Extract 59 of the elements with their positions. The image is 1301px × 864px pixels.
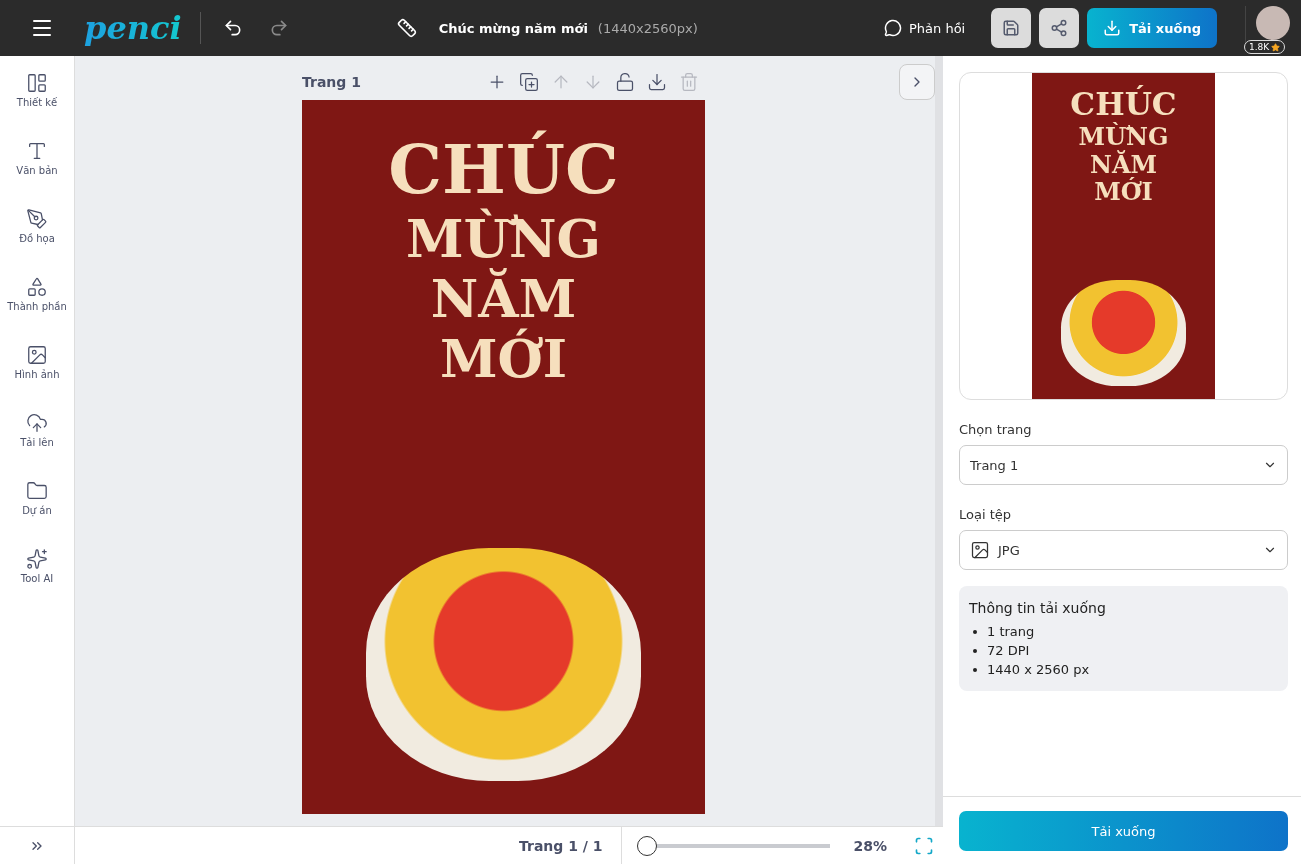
poster-title-line: CHÚC <box>388 131 619 209</box>
field-label: Loại tệp <box>959 507 1013 522</box>
info-item: 1 trang <box>987 624 1035 639</box>
feedback-button[interactable]: Phản hồi <box>878 18 972 38</box>
poster-title-line: MỚI <box>439 328 568 389</box>
sidebar-item[interactable]: Đồ họa <box>0 192 74 260</box>
poster-title-line: MỪNG <box>1078 123 1169 151</box>
page-count: Trang 1 / 1 <box>519 826 622 864</box>
page-select[interactable]: Trang 1 <box>959 445 1288 485</box>
text-icon <box>26 140 48 162</box>
download-icon <box>647 72 667 92</box>
sidebar-item[interactable]: Văn bản <box>0 124 74 192</box>
sidebar-item[interactable]: Dự án <box>0 464 74 532</box>
delete-icon <box>679 72 699 92</box>
poster-title-line: MỚI <box>1094 178 1153 207</box>
bullet-dot <box>973 648 977 653</box>
poster-title-line: NĂM <box>430 268 577 329</box>
ruler-icon <box>396 18 417 38</box>
file-type-select[interactable]: JPG <box>959 530 1288 570</box>
share-icon <box>1050 19 1069 37</box>
info-item: 1440 x 2560 px <box>987 662 1090 677</box>
poster-title-line: CHÚC <box>1070 87 1177 123</box>
upload-icon <box>26 412 48 434</box>
layout-icon <box>26 72 48 94</box>
page-label: Trang 1 <box>302 74 362 90</box>
image-icon <box>26 344 48 366</box>
field-label: Chọn trang <box>959 422 1033 437</box>
folder-icon <box>26 480 48 502</box>
sidebar-item[interactable]: Tải lên <box>0 396 74 464</box>
document-title: Chúc mừng năm mới <box>438 20 588 36</box>
shapes-icon <box>26 276 48 298</box>
info-item: 72 DPI <box>987 643 1030 658</box>
undo-icon <box>222 18 243 38</box>
document-size: (1440x2560px) <box>597 20 698 36</box>
download-button[interactable]: Tải xuống <box>959 811 1288 851</box>
sidebar-item[interactable]: Thành phần <box>0 260 74 328</box>
points-badge: 1.8K <box>1244 40 1286 54</box>
star-icon <box>1271 42 1281 52</box>
bullet-dot <box>973 629 977 634</box>
bullet-dot <box>973 667 977 672</box>
share-button[interactable] <box>1039 8 1080 48</box>
lock-icon <box>615 72 635 92</box>
sidebar-item[interactable]: Thiết kế <box>0 56 74 124</box>
avatar[interactable] <box>1256 6 1290 40</box>
info-title: Thông tin tải xuống <box>969 600 1107 616</box>
speech-bubble-icon <box>884 19 902 37</box>
zoom-percentage: 28% <box>853 837 889 854</box>
sparkles-icon <box>26 548 48 570</box>
poster-title-line: MỪNG <box>406 208 601 269</box>
fullscreen-icon <box>913 835 934 856</box>
zoom-slider-thumb[interactable] <box>637 835 658 856</box>
sidebar-item[interactable]: Tool AI <box>0 532 74 600</box>
download-button[interactable]: Tải xuống <box>1087 8 1217 48</box>
sidebar-item[interactable]: Hình ảnh <box>0 328 74 396</box>
download-icon <box>1103 19 1122 37</box>
image-icon <box>970 540 990 560</box>
save-icon <box>1002 19 1021 37</box>
duplicate-icon <box>519 72 539 92</box>
save-button[interactable] <box>991 8 1032 48</box>
